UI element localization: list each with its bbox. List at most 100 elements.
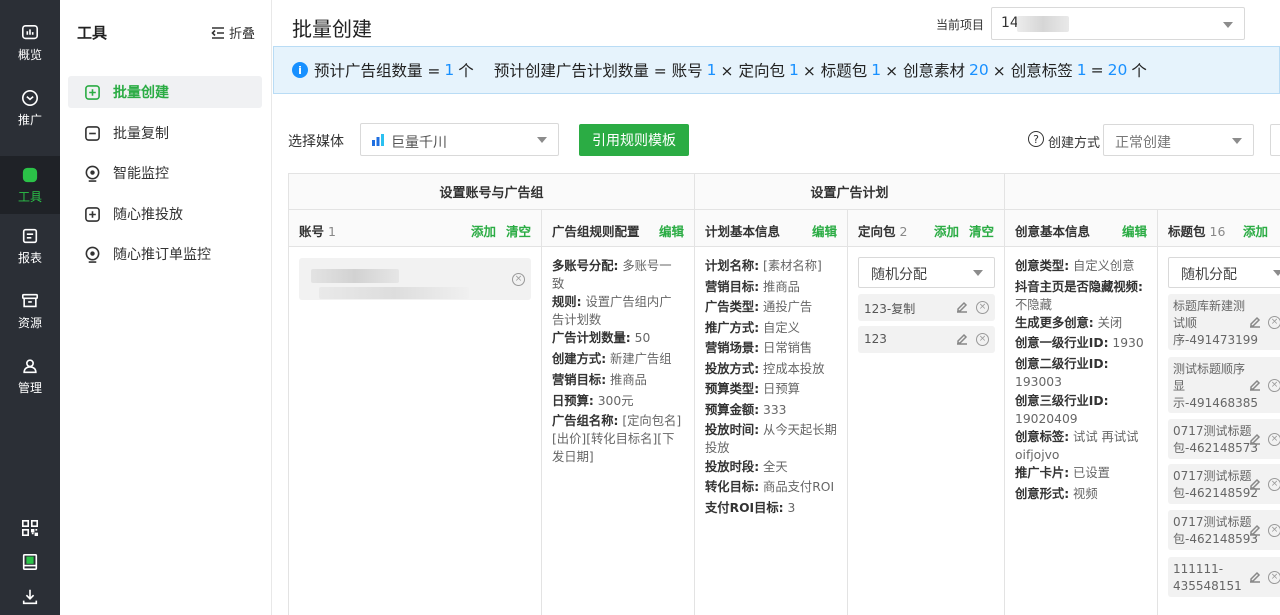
targeting-item[interactable]: 123 × — [858, 326, 995, 353]
targeting-assign-select[interactable]: 随机分配 — [858, 257, 995, 288]
add-targeting-button[interactable]: 添加 — [934, 224, 959, 239]
create-mode-value: 正常创建 — [1115, 135, 1171, 151]
book-button[interactable] — [0, 547, 60, 577]
edit-icon[interactable] — [1249, 379, 1261, 391]
menu-item-suixin-launch[interactable]: 随心推投放 — [68, 198, 262, 230]
edit-icon[interactable] — [1249, 478, 1261, 490]
banner-text: × 标题包 — [802, 62, 868, 80]
menu-item-smart-monitor[interactable]: 智能监控 — [68, 157, 262, 189]
book-icon — [22, 553, 38, 571]
title-item[interactable]: 标题库新建测试顺序-491473199 × — [1168, 294, 1280, 350]
banner-text: = — [1090, 61, 1104, 79]
edit-icon[interactable] — [1249, 571, 1261, 583]
edit-adgroup-rule-button[interactable]: 编辑 — [659, 224, 684, 239]
rail-item-tools[interactable]: 工具 — [0, 156, 60, 214]
banner-text: × 定向包 — [720, 62, 785, 80]
title-item[interactable]: 111111-435548151 × — [1168, 557, 1280, 597]
edit-icon[interactable] — [956, 301, 968, 313]
banner-text: 个 — [1131, 62, 1147, 80]
banner-text: 预计创建广告计划数量 = 账号 — [493, 62, 703, 80]
menu-item-suixin-order-monitor[interactable]: 随心推订单监控 — [68, 238, 262, 270]
col-count: 1 — [328, 224, 336, 239]
rail-label: 管理 — [17, 380, 42, 395]
rule-field: 规则: 设置广告组内广告计划数 — [552, 295, 672, 327]
edit-icon[interactable] — [1249, 316, 1261, 328]
title-item-label: 111111-435548151 — [1173, 562, 1242, 593]
collapse-icon — [211, 26, 224, 39]
col-title: 定向包 — [858, 224, 896, 239]
remove-icon[interactable]: × — [976, 301, 989, 314]
toolbar-overflow-control[interactable] — [1270, 124, 1280, 156]
targeting-item[interactable]: 123-复制 × — [858, 294, 995, 321]
col-header-account: 账号 1 添加 清空 — [289, 210, 542, 247]
batch-create-icon — [85, 84, 100, 100]
remove-account-icon[interactable]: × — [512, 273, 525, 286]
edit-icon[interactable] — [1249, 433, 1261, 445]
remove-icon[interactable]: × — [1268, 433, 1280, 446]
rail-label: 推广 — [17, 112, 42, 127]
edit-icon[interactable] — [1249, 524, 1261, 536]
edit-icon[interactable] — [956, 333, 968, 345]
resource-icon — [21, 293, 39, 307]
batch-copy-icon — [85, 125, 100, 141]
remove-icon[interactable]: × — [1268, 478, 1280, 491]
title-assign-value: 随机分配 — [1181, 267, 1237, 283]
targeting-item-label: 123 — [864, 332, 887, 346]
media-select[interactable]: 巨量千川 — [360, 123, 559, 156]
estimate-banner: i 预计广告组数量 = 1 个 预计创建广告计划数量 = 账号 1 × 定向包 … — [273, 46, 1280, 94]
clear-account-button[interactable]: 清空 — [506, 224, 531, 239]
menu-item-batch-copy[interactable]: 批量复制 — [68, 117, 262, 149]
rail-item-overview[interactable]: 概览 — [0, 14, 60, 72]
qrcode-button[interactable] — [0, 513, 60, 543]
title-item[interactable]: 0717测试标题包-462148592 × — [1168, 464, 1280, 504]
rail-item-report[interactable]: 报表 — [0, 217, 60, 275]
add-account-button[interactable]: 添加 — [471, 224, 496, 239]
title-item-label: 0717测试标题包-462148573 — [1173, 424, 1259, 455]
account-chip[interactable]: × — [299, 258, 531, 300]
rail-item-manage[interactable]: 管理 — [0, 347, 60, 405]
rail-item-promote[interactable]: 推广 — [0, 79, 60, 137]
col-title: 计划基本信息 — [705, 224, 781, 239]
plan-field: 投放时段: 全天 — [705, 460, 788, 474]
remove-icon[interactable]: × — [1268, 316, 1280, 329]
help-icon[interactable]: ? — [1028, 131, 1044, 147]
title-item[interactable]: 0717测试标题包-462148573 × — [1168, 419, 1280, 459]
smart-monitor-icon — [85, 165, 100, 182]
menu-item-batch-create[interactable]: 批量创建 — [68, 76, 262, 108]
plan-field: 营销目标: 推商品 — [705, 280, 800, 294]
title-item[interactable]: 测试标题顺序显示-491468385 × — [1168, 357, 1280, 413]
edit-creative-info-button[interactable]: 编辑 — [1122, 224, 1147, 239]
rule-field: 营销目标: 推商品 — [552, 373, 647, 387]
clear-targeting-button[interactable]: 清空 — [969, 224, 994, 239]
create-mode-label: 创建方式 — [1048, 136, 1101, 151]
col-count: 16 — [1209, 224, 1226, 239]
project-label: 当前项目 — [936, 18, 985, 32]
banner-number: 1 — [1076, 61, 1087, 79]
project-select[interactable]: 14 — [991, 7, 1245, 40]
col-header-title-pack: 标题包 16 添加 — [1158, 210, 1280, 247]
title-item[interactable]: 0717测试标题包-462148593 × — [1168, 510, 1280, 550]
download-button[interactable] — [0, 582, 60, 612]
remove-icon[interactable]: × — [1268, 379, 1280, 392]
rail-item-resource[interactable]: 资源 — [0, 282, 60, 340]
add-title-pack-button[interactable]: 添加 — [1243, 224, 1268, 239]
remove-icon[interactable]: × — [1268, 524, 1280, 537]
banner-number: 1 — [706, 61, 717, 79]
plan-field: 营销场景: 日常销售 — [705, 341, 813, 355]
edit-plan-info-button[interactable]: 编辑 — [812, 224, 837, 239]
remove-icon[interactable]: × — [976, 333, 989, 346]
title-item-label: 测试标题顺序显示-491468385 — [1173, 362, 1259, 410]
banner-number: 1 — [871, 61, 882, 79]
plan-field: 投放方式: 控成本投放 — [705, 362, 825, 376]
report-icon — [22, 228, 38, 243]
rule-field: 广告组名称: [定向包名][出价][转化目标名][下发日期] — [552, 414, 682, 464]
banner-text: 预计广告组数量 = — [314, 62, 441, 80]
menu-item-label: 随心推投放 — [113, 207, 183, 223]
creative-info-cell: 创意类型: 自定义创意 抖音主页是否隐藏视频: 不隐藏 生成更多创意: 关闭 创… — [1005, 247, 1158, 615]
create-mode-select[interactable]: 正常创建 — [1103, 124, 1254, 156]
remove-icon[interactable]: × — [1268, 571, 1280, 584]
menu-item-label: 批量复制 — [113, 126, 169, 142]
title-assign-select[interactable]: 随机分配 — [1168, 257, 1280, 288]
collapse-button[interactable]: 折叠 — [211, 23, 255, 42]
apply-rule-template-button[interactable]: 引用规则模板 — [579, 124, 689, 156]
